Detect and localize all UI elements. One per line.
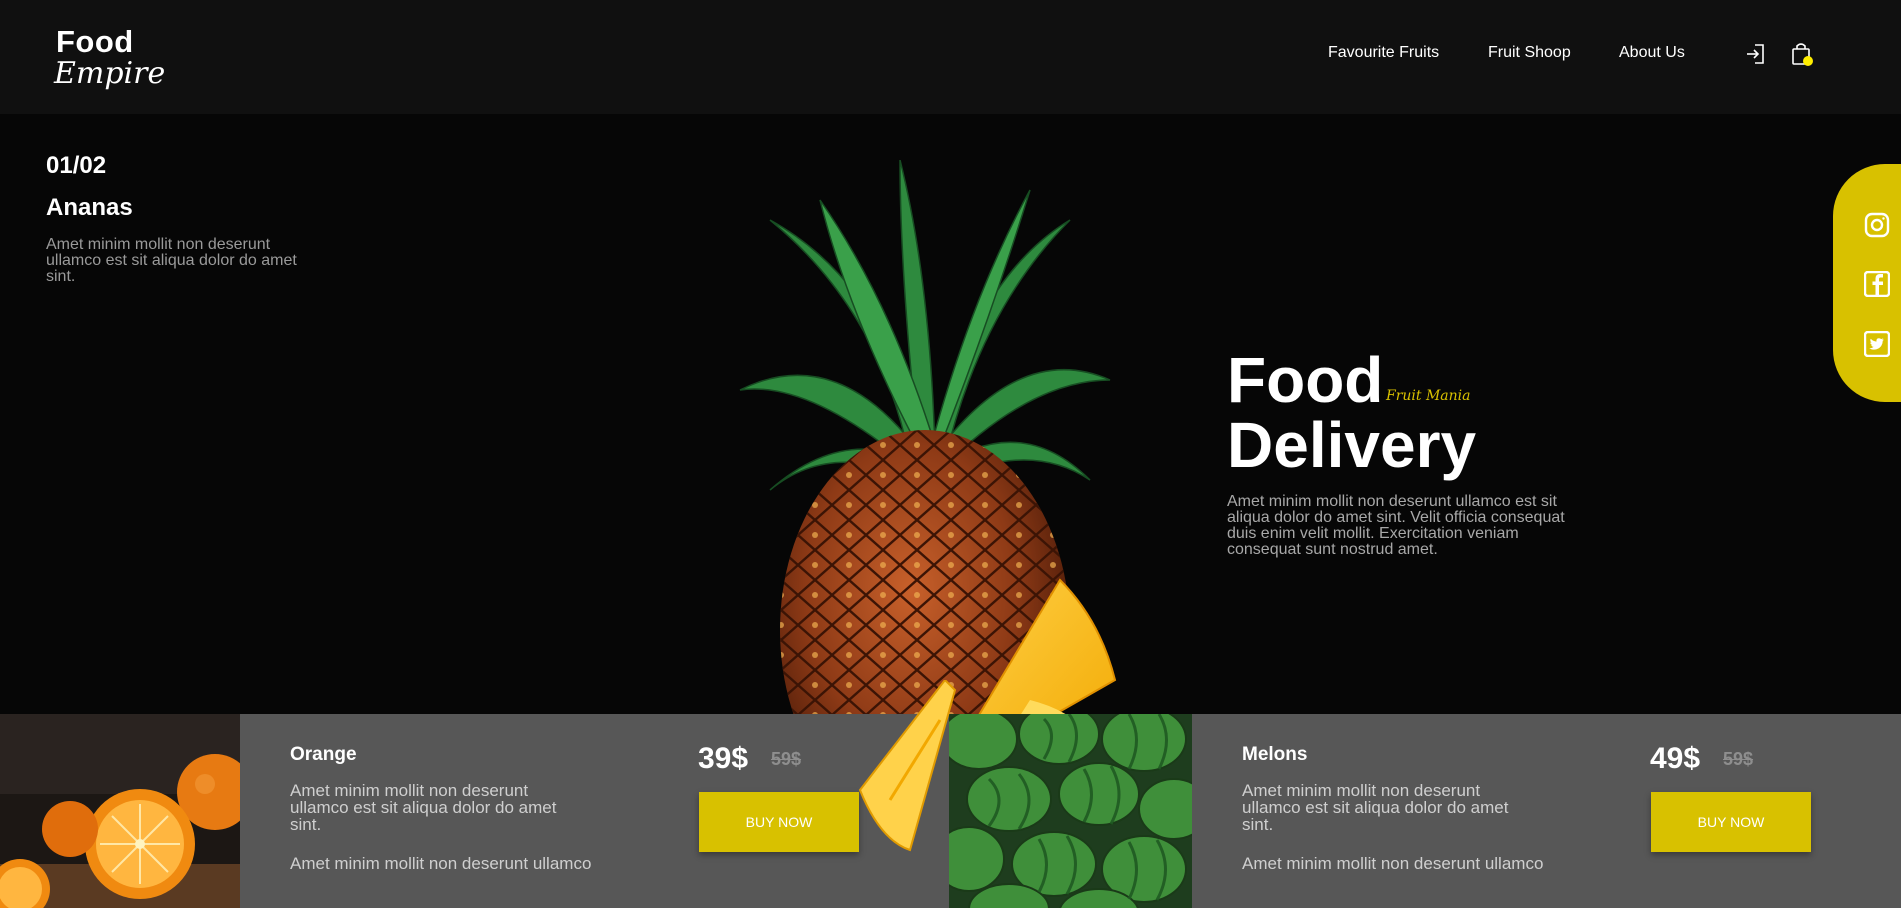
slide-title: Ananas (46, 194, 133, 221)
product-desc-orange: Amet minim mollit non deserunt ullamco e… (290, 781, 557, 834)
hero-description: Amet minim mollit non deserunt ullamco e… (1227, 493, 1565, 558)
nav-link-fruit-shoop[interactable]: Fruit Shoop (1488, 44, 1571, 62)
pineapple-slice-overlay (858, 680, 957, 852)
product-desc2-melons: Amet minim mollit non deserunt ullamco (1242, 854, 1544, 873)
twitter-icon[interactable] (1863, 330, 1891, 358)
facebook-icon[interactable] (1863, 270, 1891, 298)
product-name-melons: Melons (1242, 744, 1308, 765)
logo-text-food[interactable]: Food (56, 24, 134, 60)
nav-link-about-us[interactable]: About Us (1619, 44, 1685, 62)
slide-counter: 01/02 (46, 152, 107, 179)
product-old-price-melons: 59$ (1723, 749, 1754, 769)
product-name-orange: Orange (290, 744, 357, 765)
product-old-price-orange: 59$ (771, 749, 802, 769)
product-price-melons: 49$ (1650, 742, 1701, 775)
buy-now-button-orange[interactable]: BUY NOW (699, 792, 859, 852)
site-header: Food Empire Favourite Fruits Fruit Shoop… (0, 0, 1901, 114)
melon-product-image (949, 714, 1192, 908)
hero-title: Food Delivery (1227, 348, 1476, 478)
product-price-orange: 39$ (698, 742, 749, 775)
login-icon[interactable] (1744, 42, 1766, 66)
logo-text-empire[interactable]: Empire (54, 56, 165, 91)
cart-icon[interactable] (1790, 42, 1813, 66)
slide-description: Amet minim mollit non deserunt ullamco e… (46, 236, 297, 285)
product-desc2-orange: Amet minim mollit non deserunt ullamco (290, 854, 592, 873)
orange-product-image (0, 714, 240, 908)
hero-title-line2: Delivery (1227, 409, 1477, 481)
buy-now-button-melons[interactable]: BUY NOW (1651, 792, 1811, 852)
instagram-icon[interactable] (1864, 212, 1890, 238)
nav-link-favourite-fruits[interactable]: Favourite Fruits (1328, 44, 1439, 62)
cart-badge (1803, 56, 1813, 66)
product-desc-melons: Amet minim mollit non deserunt ullamco e… (1242, 781, 1509, 834)
hero-tagline: Fruit Mania (1386, 388, 1471, 404)
